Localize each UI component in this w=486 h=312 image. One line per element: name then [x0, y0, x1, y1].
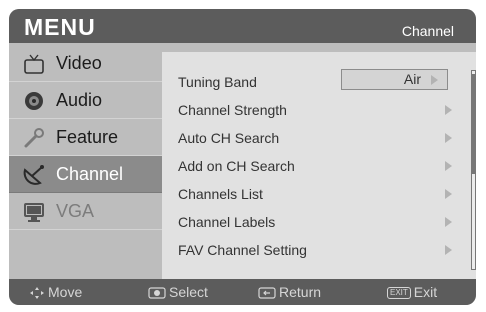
sidebar-item-label: VGA	[56, 201, 95, 221]
sidebar-item-label: Channel	[56, 164, 124, 184]
hint-select-label: Select	[169, 284, 208, 300]
speaker-icon	[25, 92, 43, 110]
sidebar-item-label: Audio	[56, 90, 103, 110]
hint-exit: EXIT Exit	[387, 284, 437, 300]
hint-select: Select	[148, 284, 208, 300]
monitor-icon	[24, 203, 44, 222]
exit-button-icon: EXIT	[387, 287, 411, 300]
sidebar-item-channel[interactable]: Channel	[9, 156, 162, 193]
return-button-icon	[258, 287, 276, 299]
menu-row-channels-list[interactable]: Channels List	[178, 184, 453, 206]
hint-exit-label: Exit	[413, 284, 438, 300]
menu-row-add-on-ch-search[interactable]: Add on CH Search	[178, 156, 453, 178]
menu-header: MENU Channel	[9, 9, 476, 43]
breadcrumb: Channel	[401, 23, 454, 39]
channel-settings-panel: Air Tuning Band Channel Strength Auto CH…	[162, 52, 476, 279]
scrollbar-thumb[interactable]	[472, 74, 475, 174]
menu-row-label: Add on CH Search	[178, 158, 295, 174]
dpad-icon	[30, 287, 44, 300]
right-arrow-icon	[445, 133, 452, 143]
menu-row-label: Channels List	[178, 186, 263, 202]
sidebar-item-audio[interactable]: Audio	[9, 82, 162, 119]
tv-set-icon	[24, 54, 44, 74]
menu-title: MENU	[24, 14, 96, 40]
right-arrow-icon	[445, 217, 452, 227]
menu-row-channel-labels[interactable]: Channel Labels	[178, 212, 453, 234]
menu-row-label: Tuning Band	[178, 74, 257, 90]
menu-row-tuning-band[interactable]: Tuning Band	[178, 72, 453, 94]
menu-row-fav-channel-setting[interactable]: FAV Channel Setting	[178, 240, 453, 262]
hint-move: Move	[29, 284, 82, 300]
menu-row-label: FAV Channel Setting	[178, 242, 307, 258]
hint-move-label: Move	[48, 284, 83, 300]
exit-key-label: EXIT	[390, 288, 408, 298]
menu-row-label: Auto CH Search	[178, 130, 280, 146]
sidebar-item-video[interactable]: Video	[9, 45, 162, 82]
hint-return: Return	[258, 284, 321, 300]
menu-row-label: Channel Strength	[178, 102, 287, 118]
wrench-icon	[24, 128, 44, 148]
sidebar-item-vga[interactable]: VGA	[9, 193, 162, 230]
sidebar-item-label: Video	[56, 53, 102, 73]
right-arrow-icon	[445, 189, 452, 199]
right-arrow-icon	[445, 245, 452, 255]
right-arrow-icon	[445, 161, 452, 171]
right-arrow-icon	[445, 105, 452, 115]
menu-row-channel-strength[interactable]: Channel Strength	[178, 100, 453, 122]
hint-return-label: Return	[279, 284, 322, 300]
sidebar: Video Audio Feature Channel VGA	[9, 43, 162, 279]
menu-row-auto-ch-search[interactable]: Auto CH Search	[178, 128, 453, 150]
menu-row-label: Channel Labels	[178, 214, 276, 230]
satellite-dish-icon	[23, 165, 44, 185]
osd-menu: MENU Channel Video Audio Feature Channel…	[9, 9, 476, 305]
footer-hints: Move Select Return EXIT Exit	[9, 279, 476, 305]
sidebar-item-feature[interactable]: Feature	[9, 119, 162, 156]
scrollbar[interactable]	[471, 70, 476, 270]
sidebar-item-label: Feature	[56, 127, 119, 147]
enter-button-icon	[148, 287, 166, 299]
